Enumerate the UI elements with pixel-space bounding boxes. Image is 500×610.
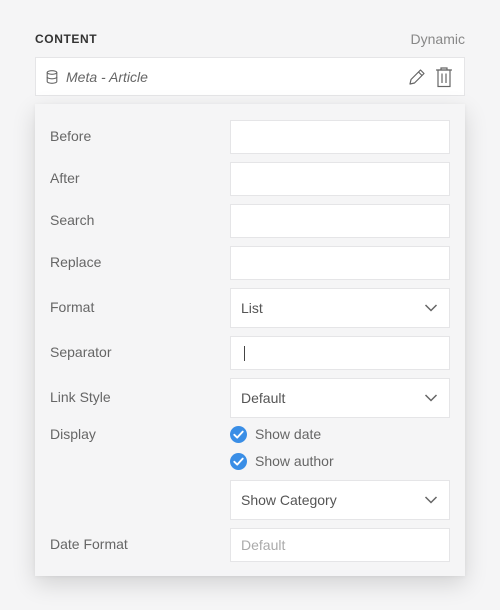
format-selected-value: List <box>241 300 263 316</box>
pencil-icon[interactable] <box>407 67 427 87</box>
source-name: Meta - Article <box>66 69 148 85</box>
search-input[interactable] <box>230 204 450 238</box>
dynamic-toggle[interactable]: Dynamic <box>411 31 465 47</box>
category-select[interactable]: Show Category <box>230 480 450 520</box>
link-style-label: Link Style <box>50 389 111 405</box>
text-cursor <box>244 346 245 361</box>
display-label: Display <box>50 426 96 442</box>
trash-icon[interactable] <box>434 66 454 88</box>
search-label: Search <box>50 212 95 228</box>
source-field[interactable]: Meta - Article <box>35 57 465 96</box>
database-icon <box>46 70 58 84</box>
link-style-select[interactable]: Default <box>230 378 450 418</box>
after-input[interactable] <box>230 162 450 196</box>
content-header: CONTENT Dynamic <box>35 31 465 48</box>
before-label: Before <box>50 128 92 144</box>
format-label: Format <box>50 299 95 315</box>
chevron-down-icon <box>424 394 438 402</box>
format-select[interactable]: List <box>230 288 450 328</box>
date-format-label: Date Format <box>50 536 128 552</box>
settings-panel: Before After Search Replace Format List … <box>35 104 465 576</box>
replace-label: Replace <box>50 254 102 270</box>
after-label: After <box>50 170 80 186</box>
chevron-down-icon <box>424 304 438 312</box>
chevron-down-icon <box>424 496 438 504</box>
link-style-selected-value: Default <box>241 390 286 406</box>
separator-label: Separator <box>50 344 112 360</box>
date-format-placeholder: Default <box>241 537 286 553</box>
checkmark-icon <box>230 426 247 443</box>
checkmark-icon <box>230 453 247 470</box>
date-format-input[interactable]: Default <box>230 528 450 562</box>
section-title: CONTENT <box>35 32 98 46</box>
before-input[interactable] <box>230 120 450 154</box>
replace-input[interactable] <box>230 246 450 280</box>
show-date-label: Show date <box>255 426 322 442</box>
separator-input[interactable] <box>230 336 450 370</box>
show-author-label: Show author <box>255 453 334 469</box>
category-selected-value: Show Category <box>241 492 337 508</box>
